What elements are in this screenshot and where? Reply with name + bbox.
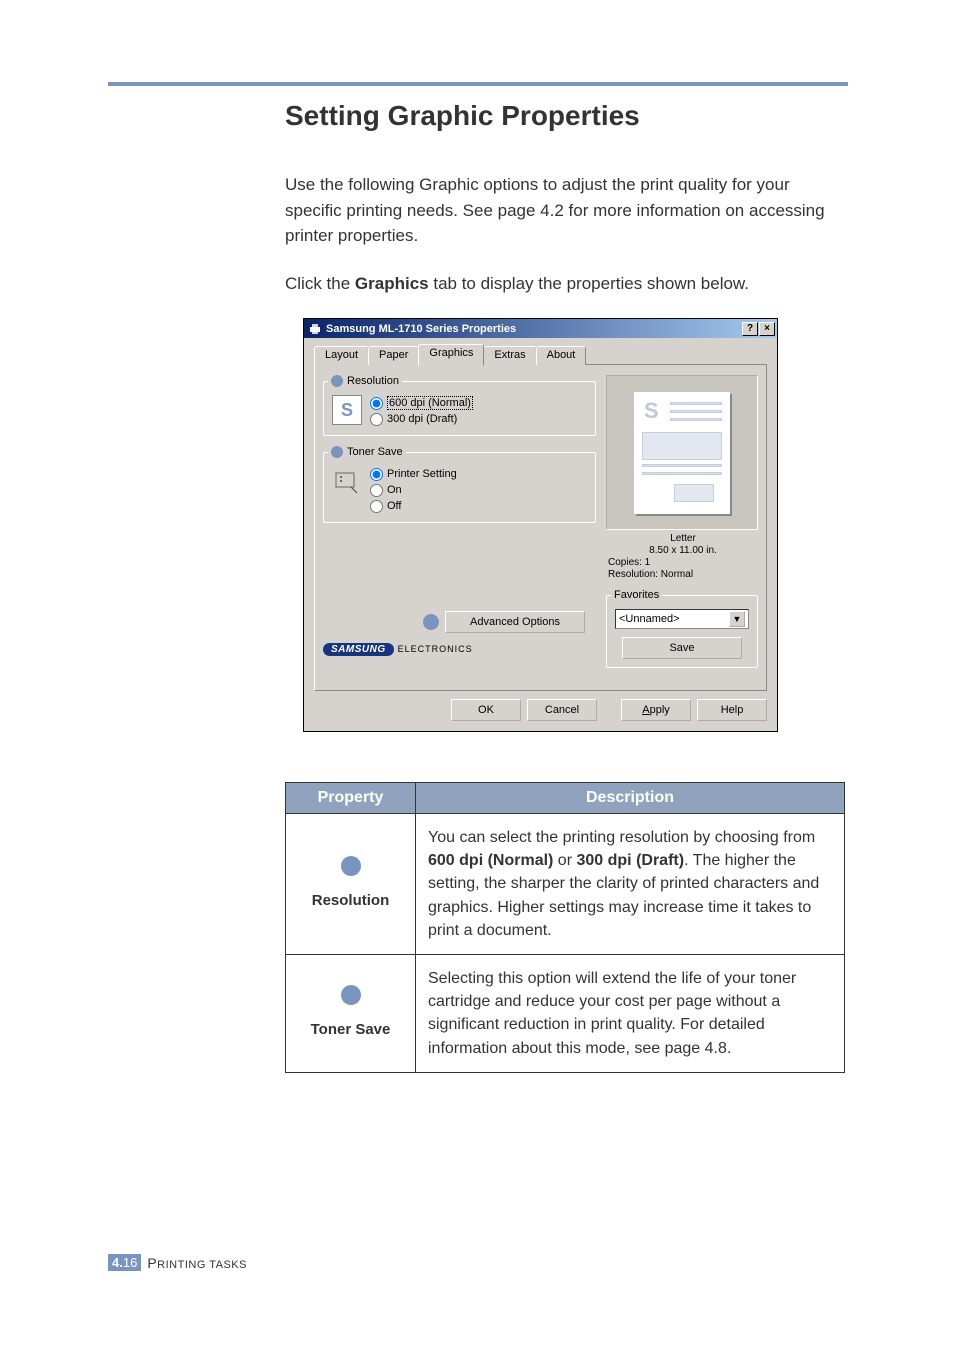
printer-icon: [308, 322, 322, 336]
titlebar-help-button[interactable]: ?: [742, 322, 758, 336]
brand-banner: SAMSUNG ELECTRONICS: [323, 643, 596, 656]
radio-printer-setting-label: Printer Setting: [387, 468, 457, 480]
properties-dialog: Samsung ML-1710 Series Properties ? × La…: [303, 318, 778, 732]
description-cell-toner: Selecting this option will extend the li…: [416, 954, 845, 1072]
favorites-selected: <Unnamed>: [619, 613, 680, 625]
favorites-legend: Favorites: [611, 589, 662, 601]
radio-toner-on-input[interactable]: [370, 484, 383, 497]
page-number-badge: 4.16: [108, 1254, 141, 1271]
preview-resolution: Resolution: Normal: [608, 569, 758, 581]
desc-res-pre: You can select the printing resolution b…: [428, 829, 815, 846]
section-rest: RINTING TASKS: [157, 1259, 247, 1271]
advanced-options-button[interactable]: Advanced Options: [445, 611, 585, 633]
table-header-description: Description: [416, 783, 845, 814]
cancel-button[interactable]: Cancel: [527, 699, 597, 721]
toner-save-group: Toner Save Printer Setting On Off: [323, 446, 596, 523]
property-table: Property Description Resolution You can …: [285, 782, 845, 1073]
ok-button[interactable]: OK: [451, 699, 521, 721]
tab-about[interactable]: About: [536, 346, 587, 365]
preview-paper-dims: 8.50 x 11.00 in.: [608, 545, 758, 557]
property-cell-resolution: Resolution: [286, 814, 416, 955]
tab-graphics[interactable]: Graphics: [418, 344, 484, 366]
graphics-left-column: Resolution S 600 dpi (Normal) 300 dpi (D…: [323, 375, 596, 678]
preview-info: Letter 8.50 x 11.00 in. Copies: 1 Resolu…: [606, 533, 758, 581]
radio-printer-setting-input[interactable]: [370, 468, 383, 481]
bullet-dot-icon: [341, 856, 361, 876]
description-cell-resolution: You can select the printing resolution b…: [416, 814, 845, 955]
table-row: Resolution You can select the printing r…: [286, 814, 845, 955]
section-first-letter: P: [147, 1255, 157, 1271]
apply-rest: pply: [650, 704, 670, 716]
toner-radios: Printer Setting On Off: [370, 466, 457, 514]
apply-mnemonic: A: [642, 704, 649, 716]
tab-strip: Layout Paper Graphics Extras About: [314, 344, 767, 365]
property-name-resolution: Resolution: [298, 890, 403, 912]
resolution-icon: S: [332, 395, 362, 425]
graphics-tab-panel: Resolution S 600 dpi (Normal) 300 dpi (D…: [314, 365, 767, 691]
content-column: Setting Graphic Properties Use the follo…: [285, 100, 850, 1073]
radio-600dpi-label: 600 dpi (Normal): [387, 396, 473, 410]
apply-button[interactable]: Apply: [621, 699, 691, 721]
page-title: Setting Graphic Properties: [285, 100, 850, 132]
chevron-down-icon[interactable]: ▼: [729, 611, 745, 627]
radio-toner-off[interactable]: Off: [370, 498, 457, 514]
samsung-logo: SAMSUNG: [323, 643, 394, 656]
toner-icon: [332, 466, 362, 496]
click-line-suffix: tab to display the properties shown belo…: [429, 274, 749, 293]
dialog-titlebar: Samsung ML-1710 Series Properties ? ×: [304, 319, 777, 338]
property-name-toner: Toner Save: [298, 1019, 403, 1041]
favorites-group: Favorites <Unnamed> ▼ Save: [606, 589, 758, 668]
dialog-body: Layout Paper Graphics Extras About Resol…: [304, 338, 777, 731]
click-line-prefix: Click the: [285, 274, 355, 293]
resolution-radios: 600 dpi (Normal) 300 dpi (Draft): [370, 395, 473, 427]
radio-toner-on-label: On: [387, 484, 402, 496]
resolution-legend: Resolution: [347, 375, 399, 387]
property-cell-toner: Toner Save: [286, 954, 416, 1072]
graphics-right-column: S Letter 8.50 x 11.00 in.: [606, 375, 758, 678]
tab-paper[interactable]: Paper: [368, 346, 419, 365]
table-row: Toner Save Selecting this option will ex…: [286, 954, 845, 1072]
toner-save-legend: Toner Save: [347, 446, 403, 458]
preview-box: S: [606, 375, 758, 530]
tab-layout[interactable]: Layout: [314, 346, 369, 365]
paper-preview: S: [634, 392, 730, 514]
radio-toner-off-label: Off: [387, 500, 401, 512]
click-line-bold: Graphics: [355, 274, 429, 293]
desc-res-b2: 300 dpi (Draft): [576, 852, 684, 869]
table-header-property: Property: [286, 783, 416, 814]
titlebar-close-button[interactable]: ×: [759, 322, 775, 336]
bullet-dot-icon: [331, 375, 343, 387]
dialog-title: Samsung ML-1710 Series Properties: [326, 323, 738, 335]
radio-300dpi-input[interactable]: [370, 413, 383, 426]
bullet-dot-icon: [341, 985, 361, 1005]
desc-res-b1: 600 dpi (Normal): [428, 852, 553, 869]
bullet-dot-icon: [331, 446, 343, 458]
desc-res-mid1: or: [553, 852, 576, 869]
page-footer: 4.16 PRINTING TASKS: [108, 1254, 247, 1271]
radio-toner-on[interactable]: On: [370, 482, 457, 498]
click-line: Click the Graphics tab to display the pr…: [285, 271, 850, 297]
radio-toner-off-input[interactable]: [370, 500, 383, 513]
dialog-footer: OK Cancel Apply Help: [314, 691, 767, 721]
bullet-dot-icon: [423, 614, 439, 630]
radio-300dpi[interactable]: 300 dpi (Draft): [370, 411, 473, 427]
radio-600dpi-input[interactable]: [370, 397, 383, 410]
intro-paragraph: Use the following Graphic options to adj…: [285, 172, 850, 249]
preview-s-mark: S: [644, 398, 659, 424]
favorites-select[interactable]: <Unnamed> ▼: [615, 609, 749, 629]
chapter-number: 4.: [112, 1255, 123, 1270]
resolution-group: Resolution S 600 dpi (Normal) 300 dpi (D…: [323, 375, 596, 436]
radio-printer-setting[interactable]: Printer Setting: [370, 466, 457, 482]
favorites-save-button[interactable]: Save: [622, 637, 742, 659]
top-rule: [108, 82, 848, 86]
radio-300dpi-label: 300 dpi (Draft): [387, 413, 457, 425]
tab-extras[interactable]: Extras: [483, 346, 536, 365]
section-label: PRINTING TASKS: [147, 1255, 247, 1271]
radio-600dpi[interactable]: 600 dpi (Normal): [370, 395, 473, 411]
page-number: 16: [123, 1255, 137, 1270]
preview-copies: Copies: 1: [608, 557, 758, 569]
help-button[interactable]: Help: [697, 699, 767, 721]
samsung-sub: ELECTRONICS: [398, 644, 473, 654]
preview-paper-name: Letter: [608, 533, 758, 545]
